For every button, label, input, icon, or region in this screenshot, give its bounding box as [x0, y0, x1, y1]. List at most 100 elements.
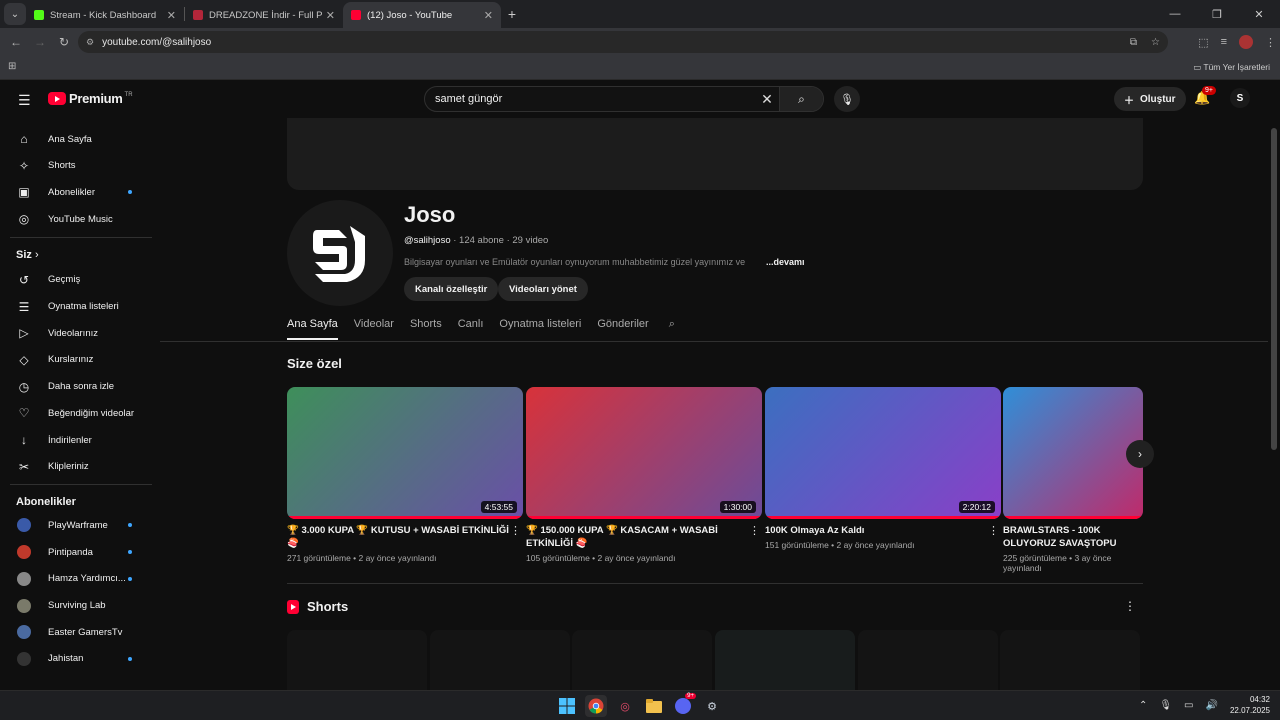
- new-tab-button[interactable]: +: [501, 6, 523, 22]
- video-thumbnail[interactable]: 4:53:55: [287, 387, 523, 519]
- close-tab-icon[interactable]: ✕: [484, 9, 493, 22]
- sidebar-item[interactable]: ↓ İndirilenler: [0, 427, 152, 453]
- short-card[interactable]: [287, 630, 427, 690]
- discord-icon[interactable]: 9+: [672, 693, 696, 717]
- forward-icon[interactable]: →: [28, 35, 52, 49]
- page-scrollbar[interactable]: [1271, 128, 1277, 450]
- profile-avatar[interactable]: [1239, 35, 1253, 49]
- video-thumbnail[interactable]: 2:20:12: [765, 387, 1001, 519]
- video-card[interactable]: 4:53:55 🏆 3.000 KUPA 🏆 KUTUSU + WASABİ ET…: [287, 387, 523, 563]
- display-icon[interactable]: ▭: [1184, 700, 1193, 711]
- sidebar-item[interactable]: Pintipanda: [0, 539, 152, 565]
- sidebar-item[interactable]: ◷ Daha sonra izle: [0, 374, 152, 400]
- browser-tab-kick[interactable]: Stream - Kick Dashboard ✕: [26, 2, 184, 28]
- search-button[interactable]: ⌕: [779, 87, 823, 111]
- clock[interactable]: 04:32 22.07.2025: [1230, 694, 1270, 716]
- shorts-more-options-icon[interactable]: ⋮: [1124, 599, 1136, 613]
- you-section-header[interactable]: Siz ›: [16, 249, 39, 261]
- sidebar-item[interactable]: PlayWarframe: [0, 512, 152, 538]
- video-options-icon[interactable]: ⋮: [510, 524, 521, 537]
- short-card[interactable]: [715, 630, 855, 690]
- sidebar-item[interactable]: Easter GamersTv: [0, 619, 152, 645]
- sidebar-item[interactable]: ▷ Videolarınız: [0, 320, 152, 346]
- file-explorer-icon[interactable]: [643, 695, 665, 717]
- close-tab-icon[interactable]: ✕: [326, 9, 335, 22]
- next-arrow-icon[interactable]: ›: [1126, 440, 1154, 468]
- sidebar-item[interactable]: Surviving Lab: [0, 593, 152, 619]
- bookmark-star-icon[interactable]: ☆: [1151, 37, 1160, 48]
- sidebar-item[interactable]: ✧ Shorts: [0, 153, 152, 179]
- youtube-premium-logo[interactable]: Premium TR: [48, 91, 133, 106]
- video-thumbnail[interactable]: 1:30:00: [526, 387, 762, 519]
- short-card[interactable]: [858, 630, 998, 690]
- sidebar-item[interactable]: Hamza Yardımcı...: [0, 566, 152, 592]
- description-more-link[interactable]: ...devamı: [766, 257, 805, 267]
- microphone-icon[interactable]: 🎙: [1159, 700, 1172, 711]
- tray-chevron-icon[interactable]: ⌃: [1139, 700, 1147, 711]
- extensions-icon[interactable]: ⬚: [1198, 36, 1208, 49]
- video-title[interactable]: 🏆 3.000 KUPA 🏆 KUTUSU + WASABİ ETKİNLİĞİ…: [287, 524, 523, 550]
- menu-icon[interactable]: ☰: [18, 92, 31, 109]
- create-button[interactable]: ＋ Oluştur: [1114, 87, 1186, 111]
- video-options-icon[interactable]: ⋮: [749, 524, 760, 537]
- browser-tab-dreadzone[interactable]: DREADZONE İndir - Full PC + T ✕: [185, 2, 343, 28]
- channel-tab[interactable]: Ana Sayfa: [287, 318, 338, 340]
- sidebar-item[interactable]: ☰ Oynatma listeleri: [0, 294, 152, 320]
- account-avatar[interactable]: S: [1230, 88, 1250, 108]
- minimize-icon[interactable]: —: [1154, 8, 1196, 20]
- apps-grid-icon[interactable]: ⊞: [8, 61, 16, 72]
- search-input[interactable]: samet güngör: [435, 93, 755, 105]
- close-tab-icon[interactable]: ✕: [167, 9, 176, 22]
- channel-description[interactable]: Bilgisayar oyunları ve Emülatör oyunları…: [404, 257, 754, 267]
- sidebar-item[interactable]: ✂ Klipleriniz: [0, 454, 152, 480]
- manage-videos-button[interactable]: Videoları yönet: [498, 277, 588, 301]
- video-card[interactable]: 1:30:00 🏆 150.000 KUPA 🏆 KASACAM + WASABİ…: [526, 387, 762, 563]
- settings-app-icon[interactable]: ◎: [614, 695, 636, 717]
- short-card[interactable]: [1000, 630, 1140, 690]
- channel-avatar[interactable]: [287, 200, 393, 306]
- back-icon[interactable]: ←: [4, 35, 28, 49]
- sidebar-item[interactable]: ◎ YouTube Music: [0, 206, 152, 232]
- customize-channel-button[interactable]: Kanalı özelleştir: [404, 277, 499, 301]
- browser-tab-youtube[interactable]: (12) Joso - YouTube ✕: [343, 2, 501, 28]
- channel-tab[interactable]: Gönderiler: [597, 318, 648, 340]
- tab-search-menu-button[interactable]: ⌄: [4, 3, 26, 25]
- channel-tab[interactable]: Videolar: [354, 318, 394, 340]
- channel-tab[interactable]: Oynatma listeleri: [499, 318, 581, 340]
- sidebar-item[interactable]: Jahistan: [0, 646, 152, 672]
- video-card[interactable]: 2:20:12 100K Olmaya Az Kaldı 151 görüntüle…: [765, 387, 1001, 550]
- url-input[interactable]: ⚙ youtube.com/@salihjoso ⧉ ☆: [78, 31, 1168, 53]
- sidebar-item[interactable]: ♡ Beğendiğim videolar: [0, 400, 152, 426]
- volume-icon[interactable]: 🔊: [1206, 700, 1218, 711]
- chrome-icon[interactable]: [585, 695, 607, 717]
- browser-menu-icon[interactable]: ⋮: [1265, 36, 1276, 49]
- steam-icon[interactable]: ⚙: [701, 695, 723, 717]
- video-options-icon[interactable]: ⋮: [988, 524, 999, 537]
- channel-tab[interactable]: Shorts: [410, 318, 442, 340]
- windows-start-icon[interactable]: [556, 695, 578, 717]
- sidebar-item[interactable]: ◇ Kurslarınız: [0, 347, 152, 373]
- restore-icon[interactable]: ❐: [1196, 8, 1238, 21]
- clear-search-icon[interactable]: ✕: [755, 91, 779, 108]
- sidebar-item[interactable]: ↺ Geçmiş: [0, 267, 152, 293]
- channel-tab[interactable]: Canlı: [458, 318, 484, 340]
- sidebar-item[interactable]: ▣ Abonelikler: [0, 179, 152, 205]
- install-app-icon[interactable]: ⧉: [1130, 37, 1137, 48]
- sidebar-item[interactable]: ⌂ Ana Sayfa: [0, 126, 152, 152]
- reload-icon[interactable]: ↻: [52, 35, 76, 49]
- video-thumbnail[interactable]: [1003, 387, 1143, 519]
- video-card[interactable]: BRAWLSTARS - 100K OLUYORUZ SAVAŞTOPU 225 …: [1003, 387, 1143, 573]
- voice-search-mic-icon[interactable]: 🎙: [834, 86, 860, 112]
- short-card[interactable]: [430, 630, 570, 690]
- reading-list-icon[interactable]: ≡: [1221, 36, 1227, 48]
- notifications-bell-icon[interactable]: 🔔 9+: [1194, 86, 1216, 106]
- video-title[interactable]: 🏆 150.000 KUPA 🏆 KASACAM + WASABİ ETKİNL…: [526, 524, 762, 550]
- close-window-icon[interactable]: ✕: [1238, 8, 1280, 21]
- channel-search-icon[interactable]: ⌕: [669, 318, 675, 342]
- all-bookmarks-link[interactable]: ▭ Tüm Yer İşaretleri: [1193, 62, 1270, 73]
- site-info-icon[interactable]: ⚙: [86, 37, 94, 48]
- video-title[interactable]: 100K Olmaya Az Kaldı: [765, 524, 1001, 537]
- short-card[interactable]: [572, 630, 712, 690]
- video-title[interactable]: BRAWLSTARS - 100K OLUYORUZ SAVAŞTOPU: [1003, 524, 1143, 550]
- sidebar-item-label: Surviving Lab: [48, 600, 106, 611]
